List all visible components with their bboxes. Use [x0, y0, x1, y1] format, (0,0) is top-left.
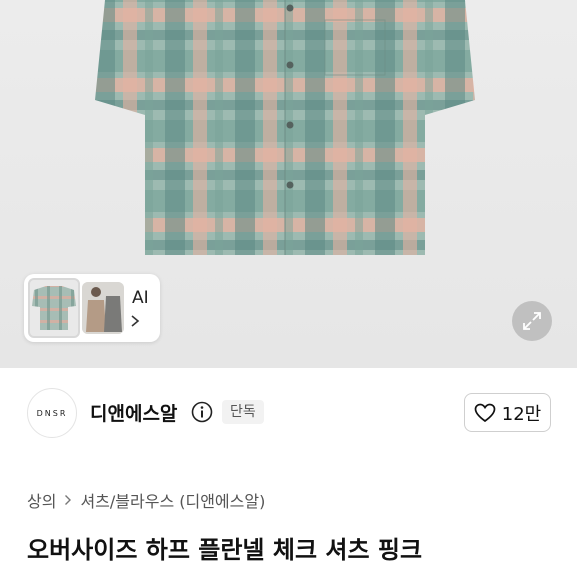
seller-name[interactable]: 디앤에스알 [90, 399, 177, 426]
seller-logo-text: DNSR [36, 408, 68, 418]
chevron-right-icon [64, 494, 72, 506]
info-icon[interactable] [191, 401, 213, 423]
zoom-button[interactable] [512, 301, 552, 341]
breadcrumb: 상의 셔츠/블라우스 (디앤에스알) [27, 488, 265, 512]
like-button[interactable]: 12만 [464, 393, 551, 432]
seller-logo[interactable]: DNSR [27, 388, 77, 438]
expand-icon [523, 312, 541, 330]
thumbnail-1[interactable] [28, 278, 80, 338]
product-title: 오버사이즈 하프 플란넬 체크 셔츠 핑크 [27, 536, 423, 564]
breadcrumb-item-subcategory[interactable]: 셔츠/블라우스 (디앤에스알) [80, 488, 265, 512]
breadcrumb-item-category[interactable]: 상의 [27, 488, 56, 512]
product-image-area[interactable]: AI [0, 0, 577, 368]
chevron-right-icon[interactable] [130, 314, 140, 328]
seller-row: DNSR 디앤에스알 단독 12만 [0, 368, 577, 462]
ai-label: AI [132, 288, 149, 308]
thumbnail-2[interactable] [82, 282, 124, 334]
exclusive-badge: 단독 [222, 400, 264, 424]
thumbnail-strip[interactable]: AI [24, 274, 160, 342]
heart-outline-icon [474, 403, 496, 422]
shirt-image [95, 0, 475, 255]
like-count: 12만 [501, 403, 542, 425]
